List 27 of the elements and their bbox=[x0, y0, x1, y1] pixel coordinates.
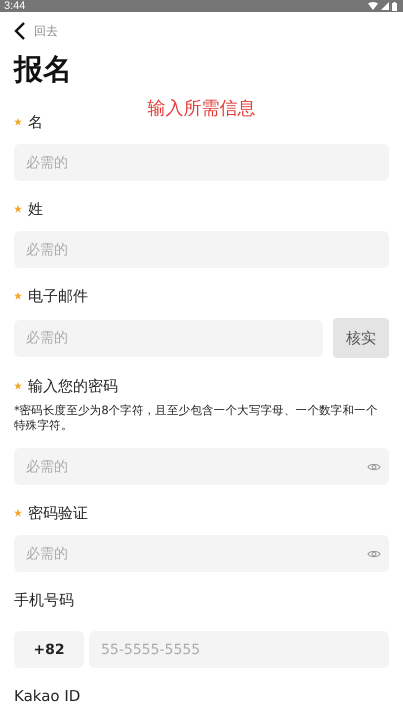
country-code-button[interactable]: +82 bbox=[14, 631, 84, 668]
password-input[interactable]: 必需的 bbox=[26, 546, 367, 562]
field-label: 电子邮件 bbox=[28, 286, 88, 306]
battery-icon bbox=[392, 2, 397, 10]
notice-text: 输入所需信息 bbox=[148, 98, 256, 120]
password-input[interactable]: 必需的 bbox=[26, 458, 367, 474]
wifi-icon bbox=[368, 2, 378, 10]
field-label: 手机号码 bbox=[14, 590, 74, 610]
password-field[interactable]: 必需的 bbox=[14, 535, 389, 572]
field-label: 输入您的密码 bbox=[28, 376, 118, 396]
email-field[interactable]: 必需的 bbox=[14, 320, 323, 356]
field-label: Kakao ID bbox=[14, 687, 80, 705]
verify-button[interactable]: 核实 bbox=[333, 318, 389, 358]
password-hint: *密码长度至少为8个字符，且至少包含一个大写字母、一个数字和一个特殊字符。 bbox=[14, 403, 378, 433]
text-field[interactable]: 必需的 bbox=[14, 144, 389, 181]
eye-icon[interactable] bbox=[367, 462, 381, 472]
phone-field[interactable]: 55-5555-5555 bbox=[89, 631, 389, 668]
field-label: 名 bbox=[28, 112, 43, 132]
text-field[interactable]: 必需的 bbox=[14, 231, 389, 268]
status-time: 3:44 bbox=[4, 0, 26, 12]
field-label: 姓 bbox=[28, 200, 43, 218]
signal-icon bbox=[381, 2, 389, 10]
eye-icon[interactable] bbox=[367, 548, 381, 558]
field-label: 密码验证 bbox=[28, 504, 88, 522]
page-title: 报名 bbox=[14, 54, 73, 84]
password-field[interactable]: 必需的 bbox=[14, 448, 389, 485]
back-link[interactable]: 回去 bbox=[34, 22, 58, 40]
